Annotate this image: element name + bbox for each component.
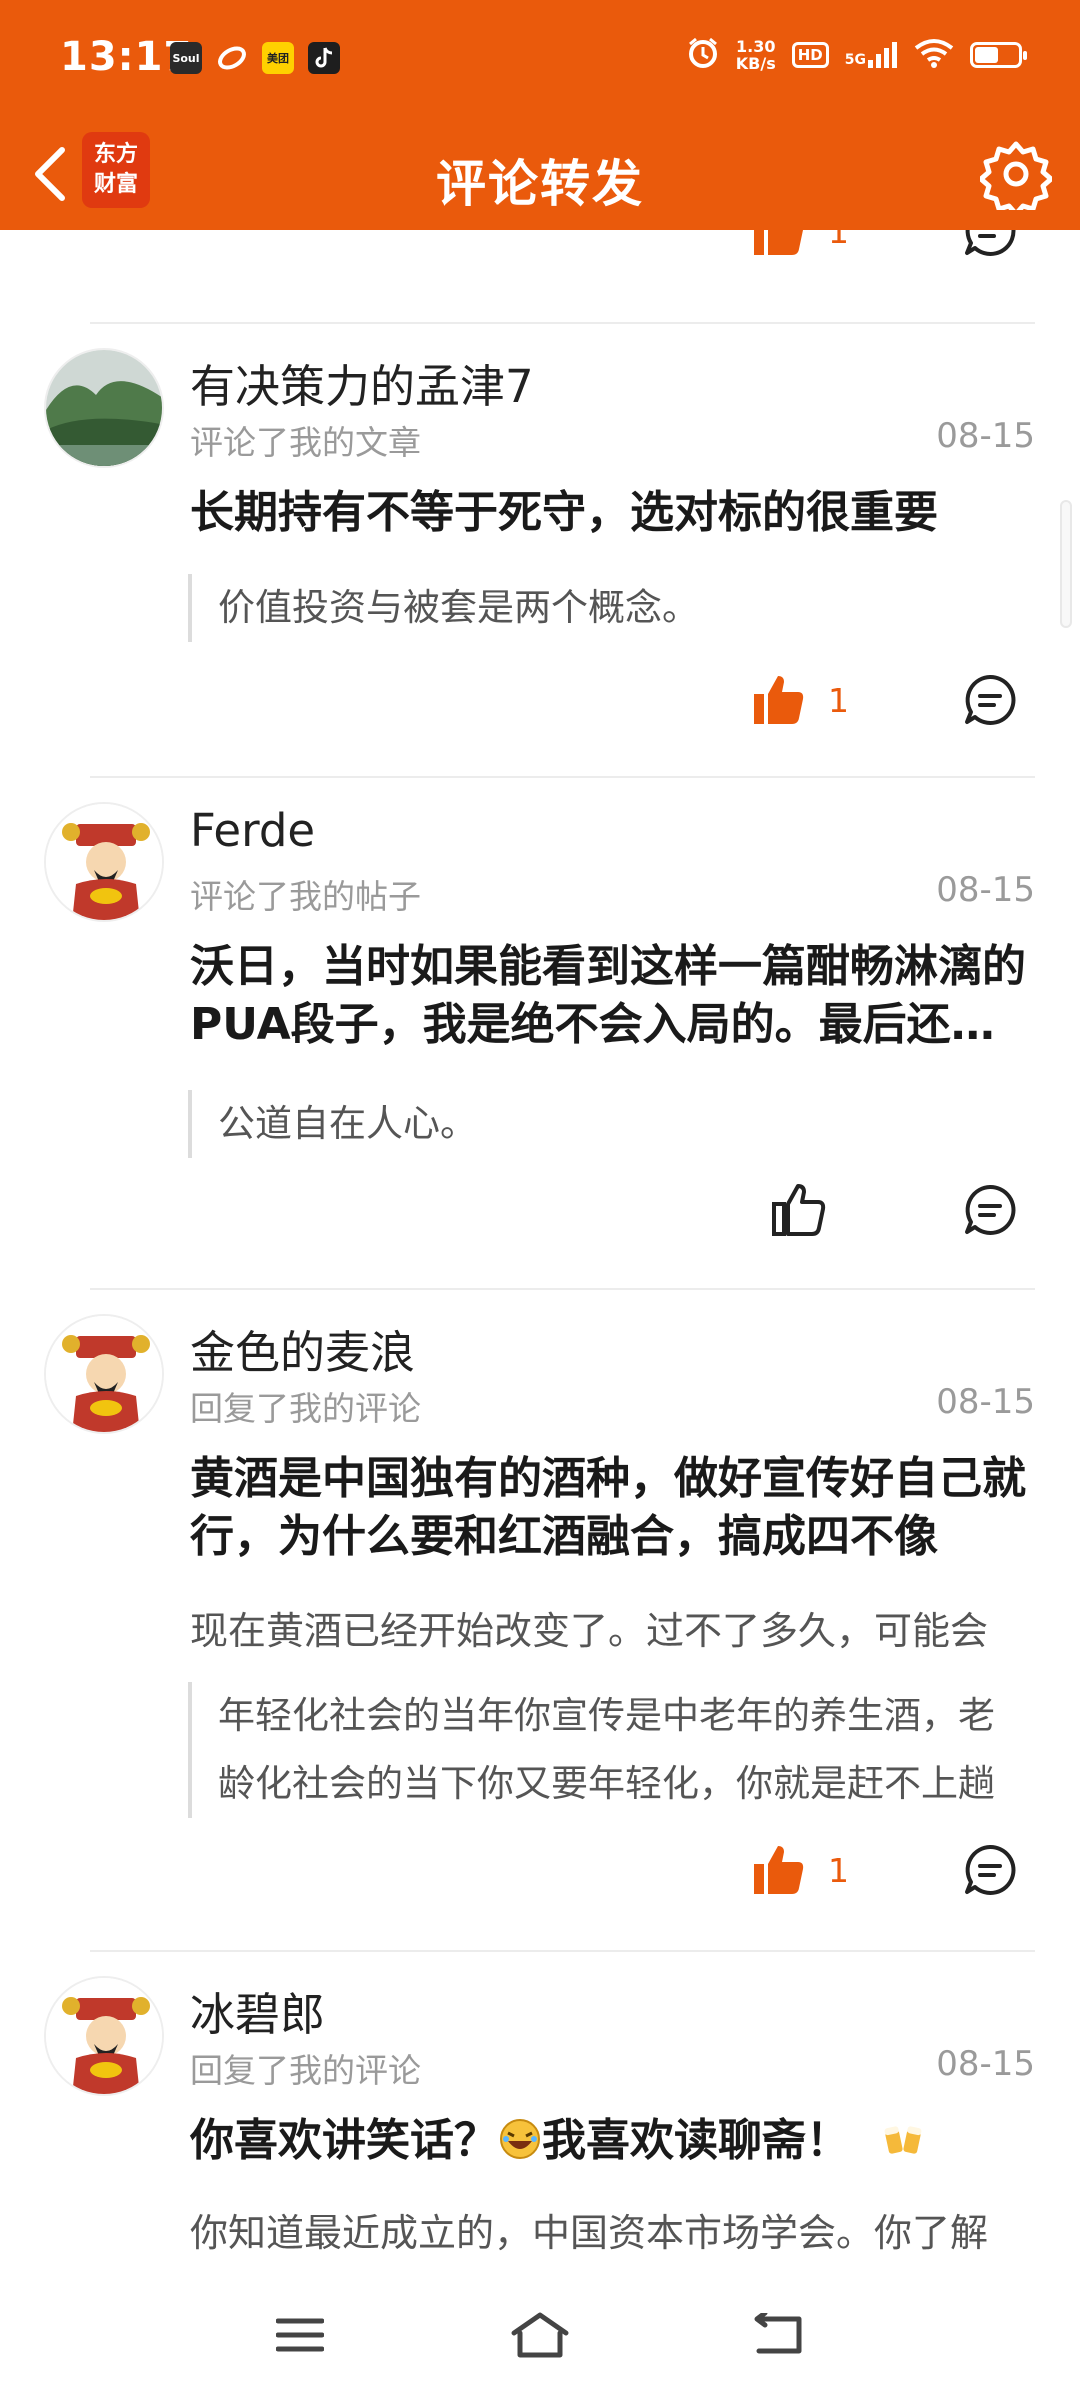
return-icon xyxy=(754,2313,802,2354)
soul-app-icon: Soul xyxy=(170,42,202,74)
like-button[interactable]: 1 xyxy=(750,665,880,735)
tiktok-app-icon xyxy=(308,42,340,74)
quoted-text[interactable]: 年轻化社会的当年你宣传是中老年的养生酒，老龄化社会的当下你又要年轻化，你就是赶不… xyxy=(188,1682,1018,1818)
network-speed-value: 1.30 xyxy=(736,37,776,56)
divider xyxy=(90,322,1035,324)
avatar-caishen[interactable] xyxy=(44,1314,164,1434)
network-speed: 1.30 KB/s xyxy=(736,38,776,72)
battery-icon xyxy=(970,42,1027,68)
page-title: 评论转发 xyxy=(436,155,644,213)
network-speed-unit: KB/s xyxy=(735,54,776,73)
date: 08-15 xyxy=(936,416,1035,456)
action-text: 评论了我的帖子 xyxy=(190,877,421,916)
reply-button[interactable] xyxy=(955,1175,1025,1245)
like-button[interactable] xyxy=(770,1175,900,1245)
alarm-icon xyxy=(686,36,720,74)
app-header: 东方 财富 评论转发 xyxy=(0,118,1080,230)
notification-icons: Soul 美团 xyxy=(170,42,340,74)
comment-bubble-icon xyxy=(965,674,1016,725)
username[interactable]: 有决策力的孟津7 xyxy=(190,350,534,415)
status-bar: 13:17 Soul 美团 1.30 KB/s HD 5G xyxy=(0,0,1080,118)
comment-content[interactable]: 你喜欢讲笑话？ 我喜欢读聊斋！ xyxy=(190,2112,1030,2170)
comment-bubble-icon xyxy=(965,1844,1016,1895)
home-button[interactable] xyxy=(500,2300,580,2370)
comment-content[interactable]: 黄酒是中国独有的酒种，做好宣传好自己就行，为什么要和红酒融合，搞成四不像 xyxy=(190,1450,1030,1566)
avatar-caishen[interactable] xyxy=(44,1976,164,2096)
caishen-avatar-image xyxy=(46,804,162,920)
meituan-app-icon: 美团 xyxy=(262,42,294,74)
signal-icon: 5G xyxy=(845,42,898,68)
username[interactable]: Ferde xyxy=(190,804,315,857)
like-count: 1 xyxy=(828,1850,849,1890)
comment-list[interactable]: 1 有决策力的孟津7 评论了我的文章 08-15 长期持有不等于死守，选对标的很… xyxy=(0,230,1080,2280)
divider xyxy=(90,1950,1035,1952)
hd-badge: HD xyxy=(791,42,829,68)
reply-text[interactable]: 现在黄酒已经开始改变了。过不了多久，可能会 xyxy=(190,1600,1040,1655)
like-count: 1 xyxy=(828,230,849,251)
avatar-landscape[interactable] xyxy=(44,348,164,468)
thumbs-up-filled-icon xyxy=(754,1846,804,1894)
reply-button[interactable] xyxy=(955,1835,1025,1905)
like-button[interactable]: 1 xyxy=(750,230,880,266)
thumbs-up-filled-icon xyxy=(754,676,804,724)
menu-icon xyxy=(276,2318,324,2352)
action-text: 回复了我的评论 xyxy=(190,2051,421,2090)
date: 08-15 xyxy=(936,870,1035,910)
reply-button[interactable] xyxy=(955,230,1025,266)
quoted-text[interactable]: 公道自在人心。 xyxy=(188,1090,1018,1158)
action-text: 评论了我的文章 xyxy=(190,423,421,462)
thumbs-up-outline-icon xyxy=(772,1184,826,1236)
reply-text[interactable]: 你知道最近成立的，中国资本市场学会。你了解 xyxy=(190,2202,1040,2257)
settings-button[interactable] xyxy=(974,132,1058,216)
menu-button[interactable] xyxy=(260,2300,340,2370)
landscape-avatar-image xyxy=(46,350,162,466)
action-text: 回复了我的评论 xyxy=(190,1389,421,1428)
quoted-text[interactable]: 价值投资与被套是两个概念。 xyxy=(188,574,1018,642)
username[interactable]: 金色的麦浪 xyxy=(190,1316,415,1381)
action-row xyxy=(0,1170,1080,1250)
comment-bubble-icon xyxy=(965,1184,1016,1235)
caishen-avatar-image xyxy=(46,1978,162,2094)
comment-content-part1: 你喜欢讲笑话？ xyxy=(190,2115,498,2166)
gear-icon xyxy=(980,141,1052,210)
comment-content-part2: 我喜欢读聊斋！ xyxy=(542,2115,850,2166)
avatar-caishen[interactable] xyxy=(44,802,164,922)
wifi-icon xyxy=(914,38,954,72)
system-icons: 1.30 KB/s HD 5G xyxy=(686,36,1027,74)
back-nav-button[interactable] xyxy=(740,2300,820,2370)
date: 08-15 xyxy=(936,1382,1035,1422)
comment-content[interactable]: 长期持有不等于死守，选对标的很重要 xyxy=(190,484,1030,542)
laughing-emoji-icon xyxy=(498,2115,542,2166)
like-button[interactable]: 1 xyxy=(750,1835,880,1905)
signal-label: 5G xyxy=(844,52,866,68)
username[interactable]: 冰碧郎 xyxy=(190,1978,325,2043)
action-row: 1 xyxy=(0,660,1080,740)
date: 08-15 xyxy=(936,2044,1035,2084)
cheers-emoji-icon xyxy=(865,2115,923,2166)
swirl-app-icon xyxy=(216,42,248,74)
scrollbar[interactable] xyxy=(1060,500,1072,628)
divider xyxy=(90,776,1035,778)
action-row: 1 xyxy=(0,1830,1080,1910)
thumbs-up-filled-icon xyxy=(754,230,803,255)
partial-action-row: 1 xyxy=(0,230,1080,276)
system-nav-bar xyxy=(0,2280,1080,2400)
comment-bubble-icon xyxy=(965,230,1016,256)
comment-content[interactable]: 沃日，当时如果能看到这样一篇酣畅淋漓的PUA段子，我是绝不会入局的。最后还不是被… xyxy=(190,938,1030,1054)
divider xyxy=(90,1288,1035,1290)
caishen-avatar-image xyxy=(46,1316,162,1432)
home-icon xyxy=(511,2312,569,2358)
like-count: 1 xyxy=(828,680,849,720)
reply-button[interactable] xyxy=(955,665,1025,735)
